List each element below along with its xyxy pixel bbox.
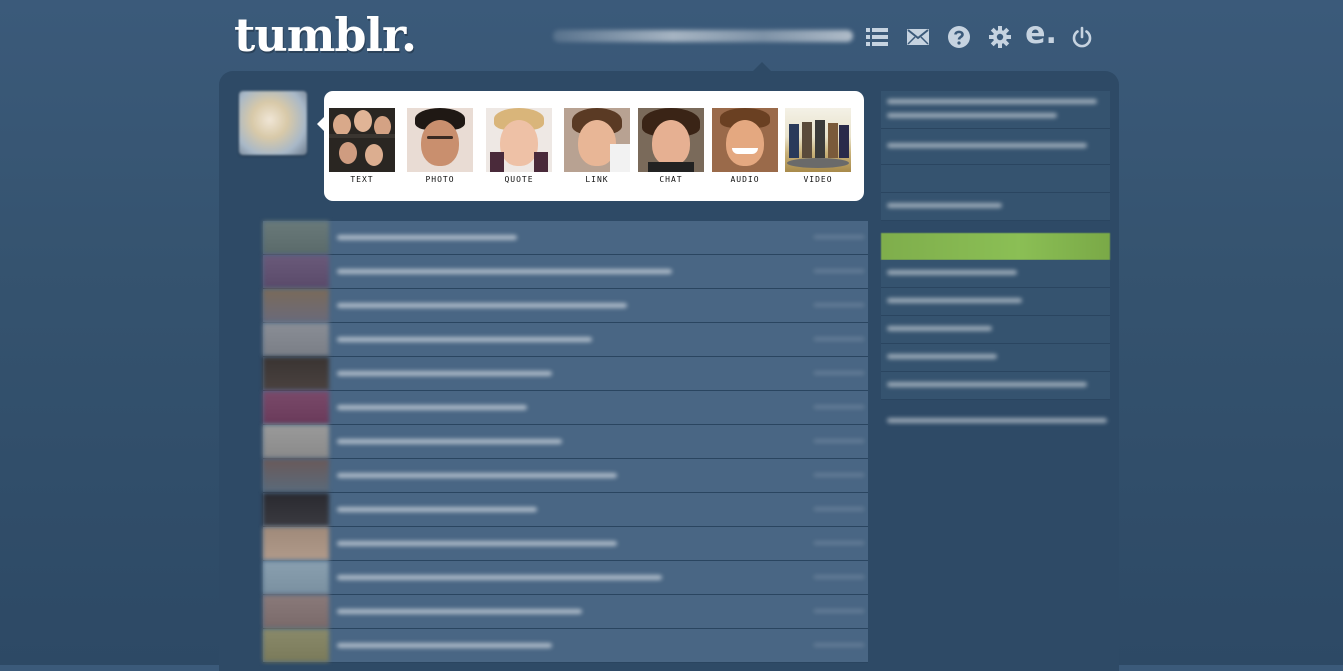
list-item[interactable] — [263, 629, 868, 663]
post-type-link[interactable]: LINK — [564, 108, 630, 184]
quote-post-photo — [486, 108, 552, 172]
mail-icon[interactable] — [905, 22, 931, 52]
post-type-photo[interactable]: PHOTO — [407, 108, 473, 184]
sidebar-highlight-bar[interactable] — [881, 233, 1110, 260]
text-post-photo — [329, 108, 395, 172]
post-type-label: CHAT — [659, 175, 683, 184]
list-item[interactable] — [263, 323, 868, 357]
list-item[interactable] — [263, 255, 868, 289]
link-post-photo — [564, 108, 630, 172]
post-type-chat[interactable]: CHAT — [638, 108, 704, 184]
photo-post-photo — [407, 108, 473, 172]
sidebar-item[interactable] — [881, 193, 1110, 221]
sidebar-item[interactable] — [881, 129, 1110, 165]
top-nav: e. — [864, 19, 1110, 52]
post-type-text[interactable]: TEXT — [329, 108, 395, 184]
sidebar-item[interactable] — [881, 260, 1110, 288]
list-item[interactable] — [263, 459, 868, 493]
post-type-label: LINK — [585, 175, 609, 184]
blurred-search-field[interactable] — [553, 30, 853, 42]
list-item[interactable] — [263, 527, 868, 561]
post-type-label: VIDEO — [803, 175, 833, 184]
avatar[interactable] — [239, 91, 307, 155]
sidebar-item[interactable] — [881, 316, 1110, 344]
chat-post-photo — [638, 108, 704, 172]
sidebar-item[interactable] — [881, 165, 1110, 193]
post-type-audio[interactable]: AUDIO — [712, 108, 778, 184]
audio-post-photo — [712, 108, 778, 172]
post-chooser: TEXT PHOTO QUOTE LINK CHAT AUDIO VIDEO — [317, 91, 864, 201]
list-item[interactable] — [263, 561, 868, 595]
dashboard-list-icon[interactable] — [864, 22, 890, 52]
tumblr-logo[interactable]: tumblr. — [234, 8, 417, 62]
list-item[interactable] — [263, 289, 868, 323]
post-type-label: TEXT — [350, 175, 374, 184]
post-type-label: QUOTE — [504, 175, 534, 184]
sidebar-item[interactable] — [881, 91, 1110, 129]
video-post-photo — [785, 108, 851, 172]
sidebar-item[interactable] — [881, 414, 1110, 441]
help-icon[interactable] — [946, 22, 972, 52]
list-item[interactable] — [263, 391, 868, 425]
sidebar-item[interactable] — [881, 372, 1110, 400]
list-item[interactable] — [263, 425, 868, 459]
list-item[interactable] — [263, 221, 868, 255]
e-icon[interactable]: e. — [1025, 19, 1057, 49]
list-item[interactable] — [263, 595, 868, 629]
list-item[interactable] — [263, 357, 868, 391]
post-type-label: AUDIO — [730, 175, 760, 184]
right-sidebar — [881, 91, 1110, 441]
post-type-video[interactable]: VIDEO — [785, 108, 851, 184]
post-type-label: PHOTO — [425, 175, 455, 184]
sidebar-item[interactable] — [881, 344, 1110, 372]
sidebar-item[interactable] — [881, 288, 1110, 316]
power-icon[interactable] — [1069, 22, 1095, 52]
dashboard-post-list — [263, 221, 868, 663]
list-item[interactable] — [263, 493, 868, 527]
post-type-quote[interactable]: QUOTE — [486, 108, 552, 184]
gear-icon[interactable] — [987, 22, 1013, 52]
container-caret — [752, 62, 772, 72]
